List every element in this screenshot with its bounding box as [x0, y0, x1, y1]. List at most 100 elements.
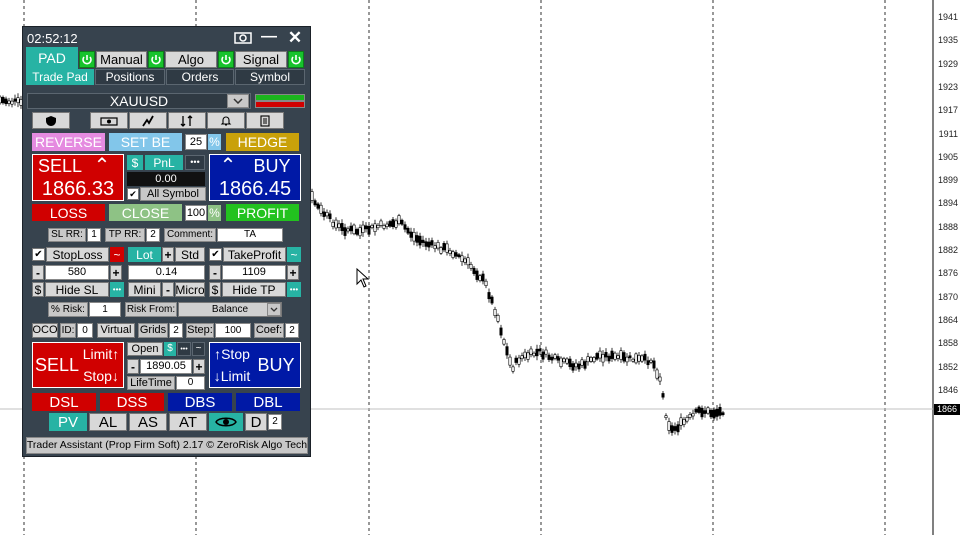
- buy-stop-label[interactable]: ↑Stop: [210, 344, 254, 364]
- tp-options-button[interactable]: •••: [287, 282, 301, 297]
- sl-decrease-button[interactable]: -: [32, 265, 44, 280]
- tp-points-input[interactable]: 1109: [222, 265, 286, 280]
- as-button[interactable]: AS: [129, 413, 167, 431]
- step-input[interactable]: 100: [215, 323, 251, 338]
- chevron-down-icon[interactable]: [227, 94, 249, 108]
- mode-pad-button[interactable]: PAD: [26, 47, 78, 69]
- tab-symbol[interactable]: Symbol: [235, 69, 305, 85]
- lot-button[interactable]: Lot: [128, 247, 161, 262]
- close-percent-input[interactable]: 100: [185, 205, 207, 221]
- bell-icon[interactable]: [207, 112, 245, 129]
- sl-options-button[interactable]: •••: [110, 282, 124, 297]
- candle-body: [439, 247, 443, 254]
- stoploss-button[interactable]: StopLoss: [46, 247, 109, 262]
- dss-button[interactable]: DSS: [100, 393, 164, 411]
- sort-icon[interactable]: [168, 112, 206, 129]
- std-button[interactable]: Std: [175, 247, 205, 262]
- tab-positions[interactable]: Positions: [95, 69, 165, 85]
- power-icon[interactable]: [148, 51, 164, 68]
- hand-money-icon[interactable]: [90, 112, 128, 129]
- close-icon[interactable]: ✕: [285, 27, 305, 47]
- document-icon[interactable]: [246, 112, 284, 129]
- shield-icon[interactable]: [32, 112, 70, 129]
- tp-increase-button[interactable]: +: [287, 265, 299, 280]
- virtual-button[interactable]: Virtual: [97, 323, 135, 338]
- tab-trade-pad[interactable]: Trade Pad: [26, 69, 94, 85]
- al-button[interactable]: AL: [89, 413, 127, 431]
- dsl-button[interactable]: DSL: [32, 393, 96, 411]
- close-button[interactable]: CLOSE: [109, 204, 182, 221]
- takeprofit-button[interactable]: TakeProfit: [223, 247, 286, 262]
- add-icon[interactable]: +: [162, 247, 174, 262]
- sell-stop-label[interactable]: Stop↓: [79, 366, 123, 386]
- open-mode-button[interactable]: ~: [192, 342, 205, 356]
- candle-body: [703, 410, 707, 414]
- id-input[interactable]: 0: [77, 323, 93, 338]
- comment-input[interactable]: TA: [217, 228, 283, 242]
- pnl-button[interactable]: PnL: [145, 155, 183, 170]
- all-symbol-checkbox[interactable]: ✔: [127, 188, 139, 200]
- power-icon[interactable]: [218, 51, 234, 68]
- open-options-button[interactable]: •••: [177, 342, 191, 356]
- more-options-button[interactable]: •••: [185, 155, 205, 170]
- profit-button[interactable]: PROFIT: [226, 204, 299, 221]
- trend-icon[interactable]: [129, 112, 167, 129]
- takeprofit-checkbox[interactable]: ✔: [209, 248, 222, 261]
- remove-icon[interactable]: -: [162, 282, 174, 297]
- oco-button[interactable]: OCO: [32, 323, 58, 338]
- power-icon[interactable]: [79, 51, 95, 68]
- hide-sl-button[interactable]: Hide SL: [45, 282, 109, 297]
- open-price-input[interactable]: 1890.05: [140, 359, 192, 374]
- chevron-down-icon[interactable]: [267, 303, 281, 316]
- price-tick-label: 1846: [937, 384, 958, 395]
- set-breakeven-button[interactable]: SET BE: [109, 133, 182, 151]
- loss-button[interactable]: LOSS: [32, 204, 105, 221]
- buy-label: BUY: [253, 156, 291, 176]
- symbol-selector[interactable]: XAUUSD: [27, 93, 251, 109]
- eye-icon[interactable]: [209, 413, 243, 431]
- sl-points-input[interactable]: 580: [45, 265, 109, 280]
- hide-tp-button[interactable]: Hide TP: [222, 282, 286, 297]
- tp-mode-button[interactable]: ~: [287, 247, 301, 262]
- candle-body: [454, 252, 458, 257]
- tp-rr-input[interactable]: 2: [146, 228, 160, 242]
- breakeven-input[interactable]: 25: [185, 134, 207, 150]
- lifetime-input[interactable]: 0: [176, 376, 205, 390]
- at-button[interactable]: AT: [169, 413, 207, 431]
- power-icon[interactable]: [288, 51, 304, 68]
- open-price-increase-button[interactable]: +: [193, 359, 205, 374]
- mode-algo-button[interactable]: Algo: [165, 51, 217, 68]
- mini-button[interactable]: Mini: [128, 282, 161, 297]
- buy-limit-label[interactable]: ↓Limit: [210, 366, 254, 386]
- dbs-button[interactable]: DBS: [168, 393, 232, 411]
- mode-signal-button[interactable]: Signal: [235, 51, 287, 68]
- tab-orders[interactable]: Orders: [166, 69, 234, 85]
- reverse-button[interactable]: REVERSE: [32, 133, 105, 151]
- stoploss-checkbox[interactable]: ✔: [32, 248, 45, 261]
- mode-manual-button[interactable]: Manual: [96, 51, 147, 68]
- coef-input[interactable]: 2: [285, 323, 299, 338]
- dbl-button[interactable]: DBL: [236, 393, 300, 411]
- lot-size-input[interactable]: 0.14: [128, 265, 205, 280]
- open-button[interactable]: Open: [127, 342, 163, 356]
- tp-decrease-button[interactable]: -: [209, 265, 221, 280]
- money-icon[interactable]: [233, 29, 253, 46]
- dollar-button[interactable]: $: [127, 155, 143, 170]
- open-money-button[interactable]: $: [164, 342, 176, 356]
- sl-money-button[interactable]: $: [32, 282, 44, 297]
- hedge-button[interactable]: HEDGE: [226, 133, 299, 151]
- risk-input[interactable]: 1: [89, 302, 121, 317]
- d-button[interactable]: D: [245, 413, 267, 431]
- sl-increase-button[interactable]: +: [110, 265, 122, 280]
- minimize-icon[interactable]: —: [259, 28, 279, 46]
- pv-button[interactable]: PV: [49, 413, 87, 431]
- sl-rr-input[interactable]: 1: [87, 228, 101, 242]
- sell-limit-label[interactable]: Limit↑: [79, 344, 123, 364]
- all-symbol-label[interactable]: All Symbol: [140, 187, 206, 201]
- sl-mode-button[interactable]: ~: [110, 247, 124, 262]
- d-input[interactable]: 2: [268, 414, 282, 430]
- open-price-decrease-button[interactable]: -: [127, 359, 139, 374]
- micro-button[interactable]: Micro: [175, 282, 205, 297]
- tp-money-button[interactable]: $: [209, 282, 221, 297]
- grids-input[interactable]: 2: [169, 323, 183, 338]
